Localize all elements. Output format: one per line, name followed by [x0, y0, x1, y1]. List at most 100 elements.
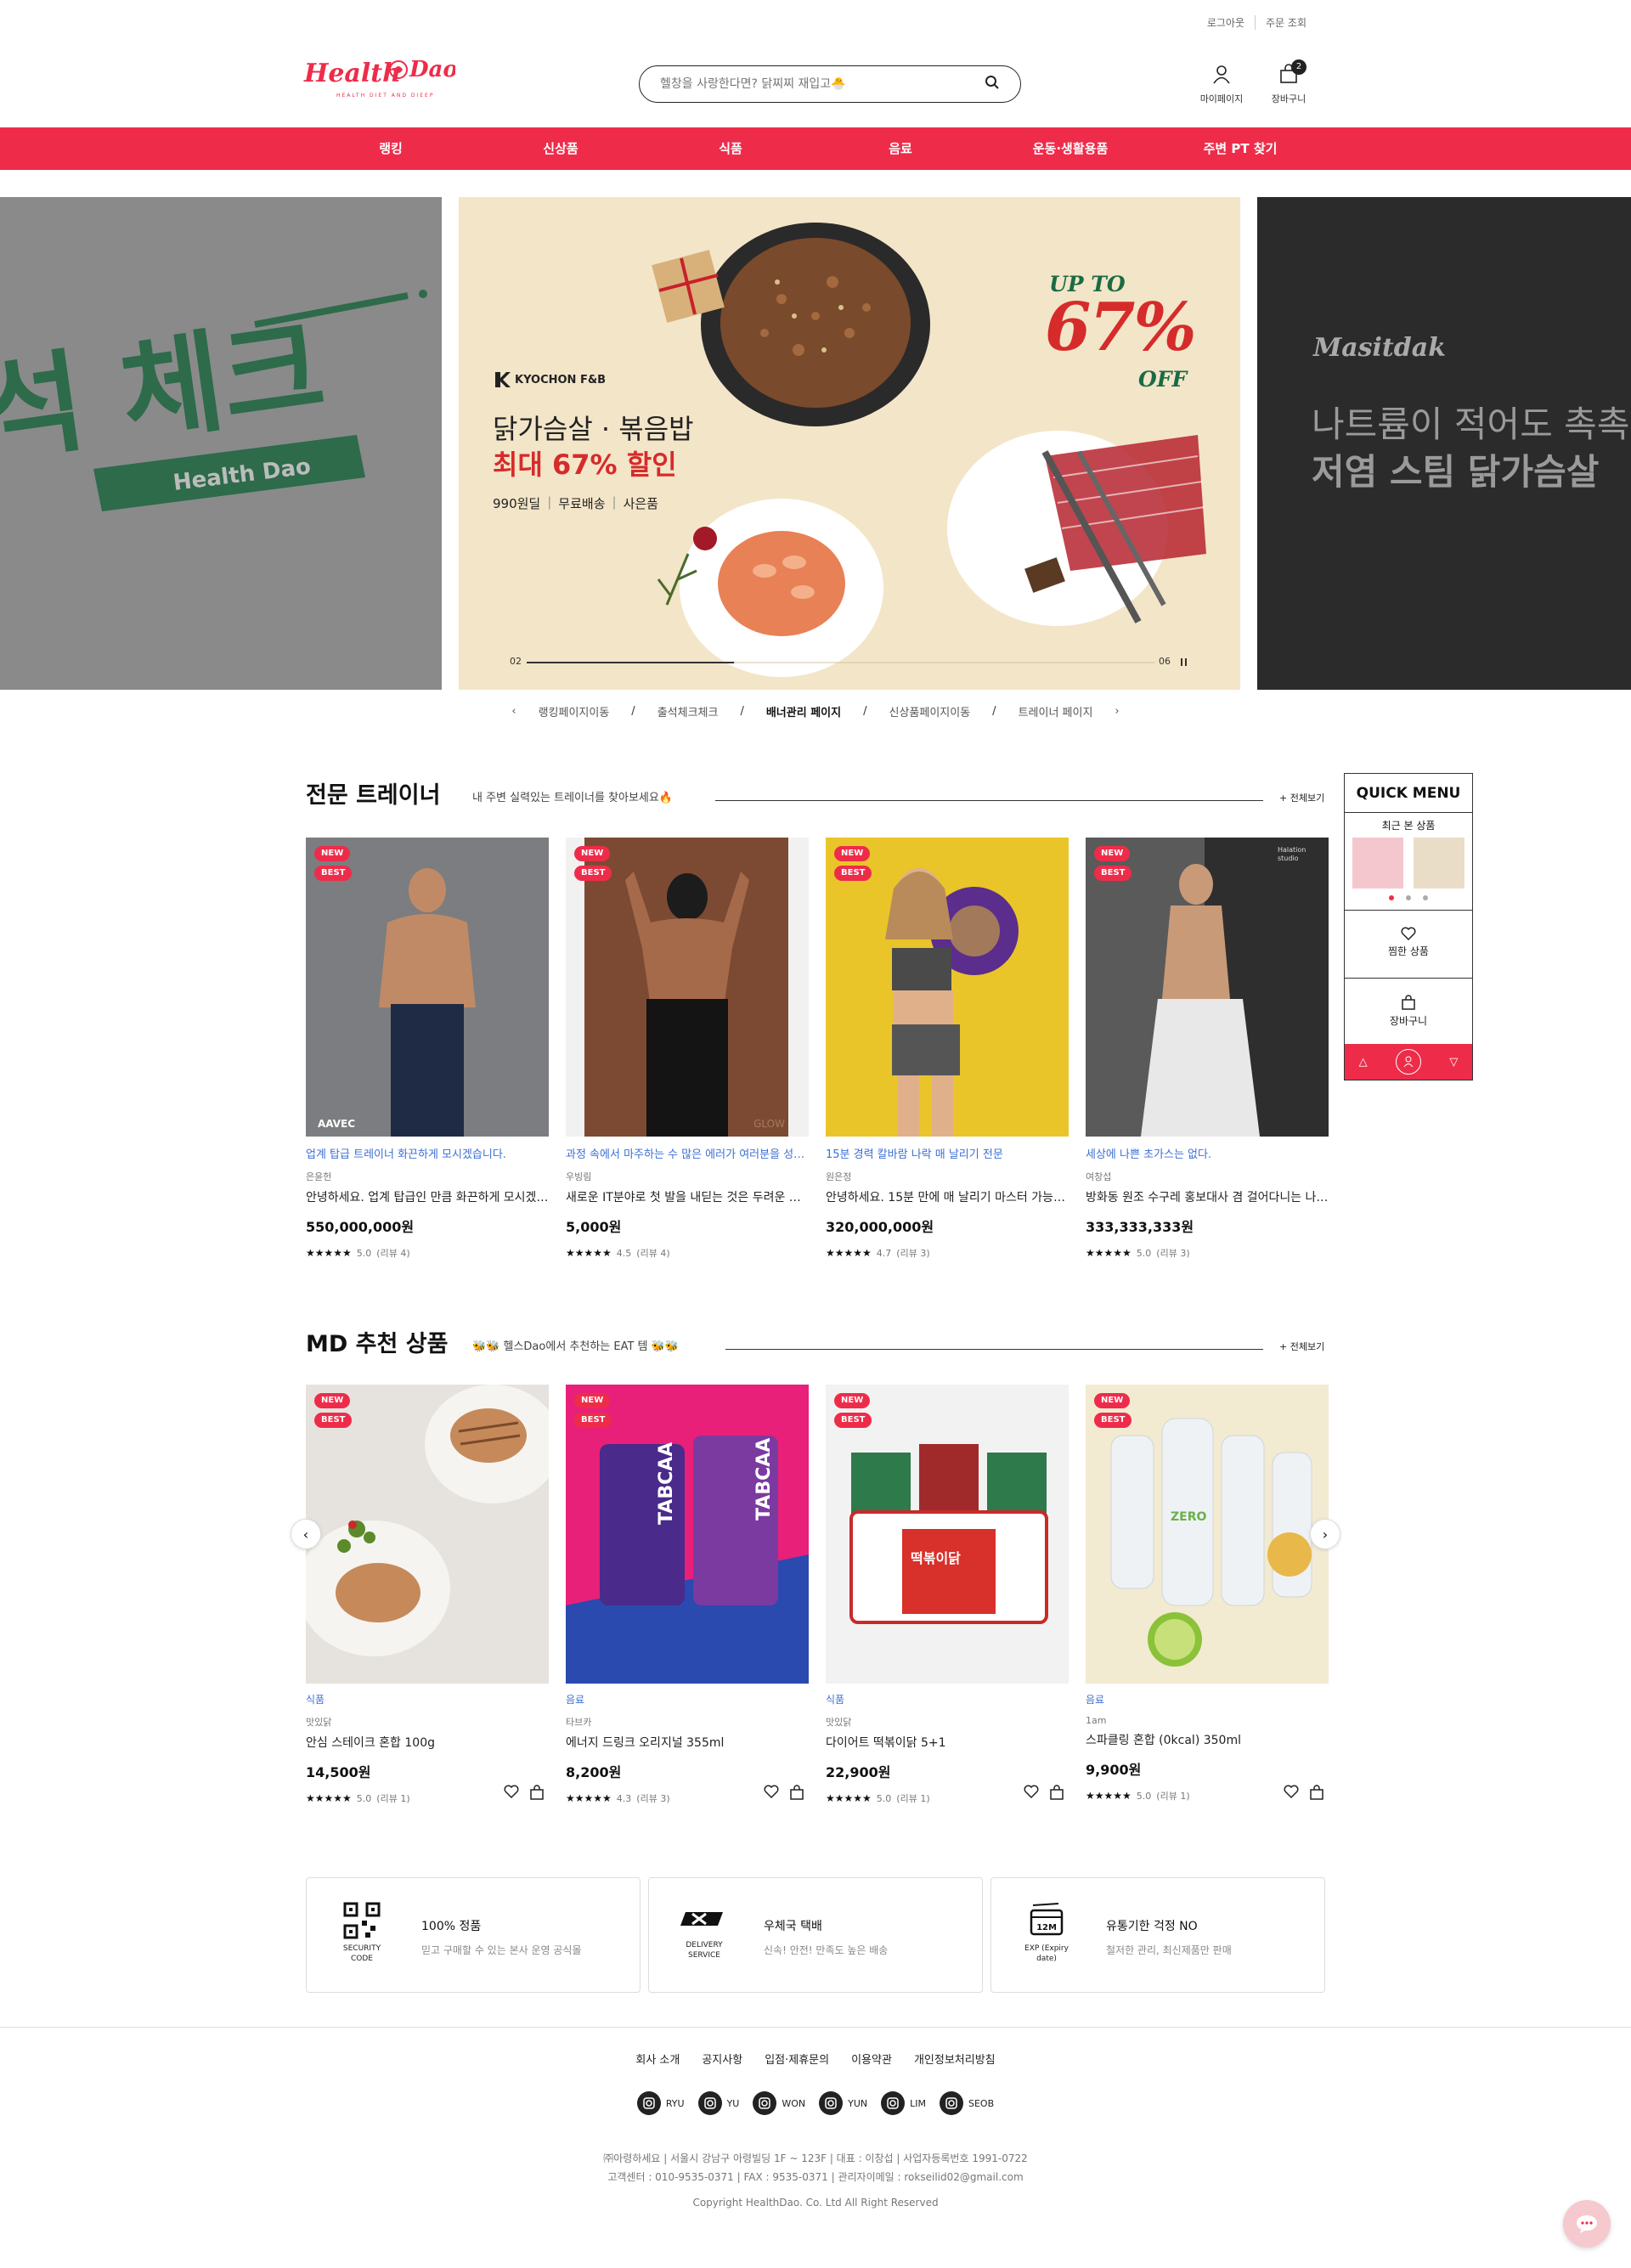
heart-icon[interactable] [1023, 1784, 1040, 1799]
wishlist-link[interactable]: 찜한 상품 [1345, 910, 1472, 978]
search-input[interactable] [660, 77, 985, 91]
trainer-card[interactable]: NEW BEST GLOW 과정 속에서 마주하는 수 많은 에러가 여러분을 … [566, 838, 809, 1260]
banner-prev-slide[interactable]: Health Dao 석 체크 [0, 197, 442, 690]
instagram-link[interactable]: YUN [819, 2091, 867, 2115]
best-badge: BEST [1094, 1413, 1132, 1428]
divider [725, 1349, 1263, 1350]
banner-sale-text: 최대 67% 할인 [493, 449, 677, 481]
product-card[interactable]: 떡볶이닭 NEW BEST 식품 맛있닭 다이어트 떡볶이닭 5+1 22,90… [826, 1385, 1069, 1804]
trainer-card[interactable]: NEW BEST Halation studio 세상에 나쁜 초가스는 없다.… [1086, 838, 1329, 1260]
chevron-left-icon[interactable]: ‹ [511, 705, 516, 718]
recent-thumb[interactable] [1352, 838, 1403, 889]
chevron-right-icon[interactable]: › [1115, 705, 1119, 718]
new-badge: NEW [314, 846, 351, 861]
product-card[interactable]: TABCAA TABCAA NEW BEST 음료 타브카 에너지 드링크 오리지… [566, 1385, 809, 1804]
utility-nav: 로그아웃 주문 조회 [1197, 15, 1317, 30]
slider-next-button[interactable]: › [1310, 1519, 1340, 1549]
bag-icon[interactable] [1308, 1784, 1325, 1801]
slide-total: 06 [1159, 656, 1171, 667]
cart-button[interactable]: 2 장바구니 [1259, 59, 1318, 105]
banner-nav-item[interactable]: 신상품페이지이동 [889, 703, 970, 719]
scroll-top-icon[interactable]: △ [1359, 1056, 1368, 1069]
bag-icon[interactable] [788, 1784, 805, 1801]
nav-new[interactable]: 신상품 [476, 127, 646, 170]
mypage-button[interactable]: 마이페이지 [1192, 63, 1251, 105]
footer-link[interactable]: 개인정보처리방침 [914, 2051, 996, 2067]
md-section-title: MD 추천 상품 [306, 1331, 449, 1357]
product-brand: 맛있닭 [306, 1717, 332, 1728]
instagram-link[interactable]: LIM [881, 2091, 926, 2115]
feature-title: 100% 정품 [421, 1920, 482, 1933]
banner-main-slide[interactable]: KYOCHON F&B 닭가슴살 · 볶음밥 최대 67% 할인 990원딜 | … [459, 197, 1240, 690]
quick-cart-link[interactable]: 장바구니 [1345, 978, 1472, 1046]
instagram-link[interactable]: WON [753, 2091, 805, 2115]
md-more-link[interactable]: + 전체보기 [1279, 1340, 1324, 1353]
banner-nav-item[interactable]: 랭킹페이지이동 [539, 703, 610, 719]
product-card[interactable]: NEW BEST 식품 맛있닭 안심 스테이크 혼합 100g 14,500원 … [306, 1385, 549, 1804]
logout-link[interactable]: 로그아웃 [1197, 15, 1255, 30]
bag-icon[interactable] [528, 1784, 545, 1801]
svg-text:TABCAA: TABCAA [656, 1442, 677, 1525]
recent-thumb[interactable] [1414, 838, 1465, 889]
new-badge: NEW [574, 1393, 611, 1408]
nav-ranking[interactable]: 랭킹 [306, 127, 476, 170]
trainer-price: 5,000원 [566, 1219, 622, 1235]
search-icon[interactable] [985, 75, 1000, 93]
product-card[interactable]: ZERO NEW BEST 음료 1am 스파클링 혼합 (0kcal) 350… [1086, 1385, 1329, 1802]
banner-pagination: ‹ 랭킹페이지이동 / 출석체크체크 / 배너관리 페이지 / 신상품페이지이동 / 트… [511, 703, 1120, 719]
company-info: ㈜아령하세요 | 서울시 강남구 아령빌딩 1F ~ 123F | 대표 : 이… [603, 2152, 1028, 2164]
bag-icon[interactable] [1048, 1784, 1065, 1801]
footer-link[interactable]: 이용약관 [851, 2051, 892, 2067]
trainer-card[interactable]: NEW BEST 15분 경력 칼바람 나락 매 날리기 전문 원은정 안녕하세… [826, 838, 1069, 1260]
md-section-subtitle: 🐝🐝 헬스Dao에서 추천하는 EAT 템 🐝🐝 [472, 1340, 680, 1353]
copyright: Copyright HealthDao. Co. Ltd All Right R… [692, 2197, 939, 2209]
banner-nav-item[interactable]: 출석체크체크 [657, 703, 719, 719]
svg-text:Health: Health [303, 59, 401, 88]
chat-button[interactable] [1563, 2200, 1611, 2248]
heart-icon[interactable] [503, 1784, 520, 1799]
chevron-left-icon: ‹ [302, 1526, 309, 1543]
rating: ★★★★★ 4.5 (리뷰 4) [566, 1247, 670, 1259]
svg-text:ZERO: ZERO [1171, 1510, 1206, 1524]
svg-text:Dao: Dao [409, 57, 455, 82]
nav-drink[interactable]: 음료 [816, 127, 985, 170]
nav-food[interactable]: 식품 [646, 127, 816, 170]
nav-pt[interactable]: 주변 PT 찾기 [1155, 127, 1325, 170]
instagram-link[interactable]: RYU [636, 2091, 685, 2115]
product-brand: 1am [1086, 1715, 1107, 1726]
instagram-link[interactable]: YU [697, 2091, 739, 2115]
instagram-link[interactable]: SEOB [940, 2091, 994, 2115]
feature-title: 우체국 택배 [764, 1920, 822, 1933]
chevron-right-icon: › [1322, 1526, 1329, 1543]
nav-sports[interactable]: 운동·생활용품 [985, 127, 1155, 170]
product-image: TABCAA TABCAA NEW BEST [566, 1385, 809, 1684]
trainer-desc: 방화동 원조 수구레 홍보대사 겸 걸어다니는 나쁜 남자 [1086, 1191, 1329, 1205]
trainer-more-link[interactable]: + 전체보기 [1279, 791, 1324, 804]
scroll-bottom-icon[interactable]: ▽ [1449, 1056, 1458, 1069]
mypage-label: 마이페이지 [1199, 93, 1244, 104]
trainer-price: 320,000,000원 [826, 1219, 934, 1235]
banner-nav-item-active[interactable]: 배너관리 페이지 [766, 703, 841, 719]
trainer-card[interactable]: NEW BEST AAVEC 업계 탑급 트레이너 화끈하게 모시겠습니다. 은… [306, 838, 549, 1260]
banner-next-slide[interactable]: Masitdak 나트륨이 적어도 촉촉 저염 스팀 닭가슴살 [1257, 197, 1631, 690]
user-icon[interactable] [1395, 1049, 1421, 1075]
user-icon [1213, 65, 1230, 84]
heart-icon[interactable] [1283, 1784, 1300, 1799]
banner-nav-item[interactable]: 트레이너 페이지 [1019, 703, 1093, 719]
instagram-icon [697, 2091, 722, 2115]
footer-link[interactable]: 공지사항 [702, 2051, 742, 2067]
slider-prev-button[interactable]: ‹ [291, 1519, 321, 1549]
site-logo[interactable]: Health Dao HEALTH DIET AND DIEEP [302, 44, 458, 104]
best-badge: BEST [574, 1413, 612, 1428]
feature-desc: 철저한 관리, 최신제품만 판매 [1106, 1944, 1232, 1956]
feature-desc: 믿고 구매할 수 있는 본사 운영 공식몰 [421, 1944, 582, 1956]
trainer-photo: NEW BEST [826, 838, 1069, 1137]
cart-label: 장바구니 [1271, 93, 1306, 104]
footer-link[interactable]: 입점·제휴문의 [765, 2051, 829, 2067]
order-lookup-link[interactable]: 주문 조회 [1255, 15, 1317, 30]
heart-icon[interactable] [763, 1784, 780, 1799]
footer-link[interactable]: 회사 소개 [635, 2051, 680, 2067]
trainer-photo: NEW BEST GLOW [566, 838, 809, 1137]
instagram-icon [881, 2091, 906, 2115]
qr-code-icon: SECURITY CODE [332, 1902, 392, 1965]
